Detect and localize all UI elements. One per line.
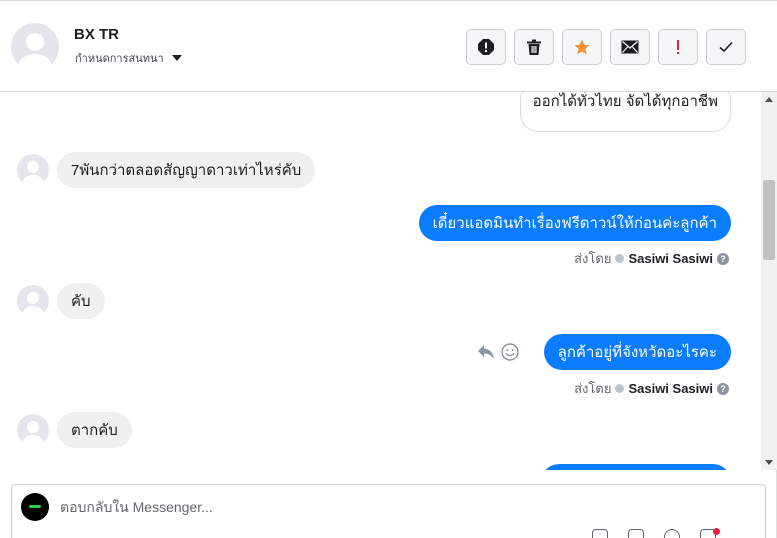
outgoing-bubble-partial[interactable] (541, 464, 731, 470)
assign-conversation-dropdown[interactable]: กำหนดการสนทนา (75, 49, 182, 67)
thread-scrollbar[interactable] (761, 92, 777, 470)
sent-by-prefix: ส่งโดย (574, 251, 612, 266)
incoming-bubble[interactable]: 7พันกว่าตลอดสัญญาดาวเท่าไหร่คับ (57, 152, 316, 188)
message-text: คับ (71, 293, 91, 310)
incoming-message: ตากคับ (17, 412, 132, 448)
follow-up-button[interactable] (658, 29, 698, 65)
message-text: ตากคับ (71, 422, 118, 439)
trash-icon (527, 39, 541, 55)
sent-by-line: ส่งโดย Sasiwi Sasiwi ? (574, 378, 729, 399)
verified-icon (615, 254, 625, 263)
conversation-panel: BX TR กำหนดการสนทนา ออกได้ทั่วไทย จัดได้… (0, 0, 777, 538)
reply-composer (11, 484, 766, 538)
verified-icon (615, 384, 625, 393)
conversation-header: BX TR กำหนดการสนทนา (0, 1, 777, 92)
saved-reply-icon[interactable] (628, 529, 644, 538)
outgoing-message-partial[interactable]: ออกได้ทั่วไทย จัดได้ทุกอาชีพ (519, 92, 731, 132)
emoji-icon[interactable] (664, 529, 680, 538)
star-icon (574, 39, 590, 55)
incoming-bubble[interactable]: คับ (57, 283, 105, 319)
outgoing-bubble[interactable]: เดี๋ยวแอดมินทำเรื่องฟรีดาวน์ให้ก่อนค่ะลู… (418, 205, 731, 241)
exclamation-icon (677, 40, 679, 54)
contact-avatar[interactable] (11, 23, 59, 71)
checkmark-icon (719, 41, 733, 53)
contact-avatar-small (17, 414, 49, 446)
sender-name[interactable]: Sasiwi Sasiwi (628, 381, 713, 396)
mark-spam-button[interactable] (466, 29, 506, 65)
composer-tools (592, 529, 716, 538)
assign-conversation-label: กำหนดการสนทนา (75, 53, 164, 65)
sent-by-prefix: ส่งโดย (574, 381, 612, 396)
message-text: ออกได้ทั่วไทย จัดได้ทุกอาชีพ (532, 93, 718, 110)
help-icon[interactable]: ? (717, 382, 729, 395)
delete-button[interactable] (514, 29, 554, 65)
message-text: เดี๋ยวแอดมินทำเรื่องฟรีดาวน์ให้ก่อนค่ะลู… (432, 215, 717, 232)
sender-name[interactable]: Sasiwi Sasiwi (628, 251, 713, 266)
scrollbar-thumb[interactable] (763, 180, 775, 260)
incoming-message: 7พันกว่าตลอดสัญญาดาวเท่าไหร่คับ (17, 152, 316, 188)
help-icon[interactable]: ? (717, 252, 729, 265)
reply-icon[interactable] (477, 344, 495, 360)
contact-avatar-small (17, 285, 49, 317)
page-avatar (21, 493, 49, 521)
header-actions (466, 29, 746, 65)
notification-dot (713, 528, 720, 535)
mark-unread-button[interactable] (610, 29, 650, 65)
attachment-icon[interactable] (592, 529, 608, 538)
message-thread: ออกได้ทั่วไทย จัดได้ทุกอาชีพ 7พันกว่าตลอ… (0, 92, 761, 470)
incoming-bubble[interactable]: ตากคับ (57, 412, 132, 448)
envelope-icon (621, 40, 639, 54)
contact-avatar-small (17, 154, 49, 186)
star-button[interactable] (562, 29, 602, 65)
message-text: 7พันกว่าตลอดสัญญาดาวเท่าไหร่คับ (71, 162, 302, 179)
message-hover-actions (477, 343, 519, 361)
message-text: ลูกค้าอยู่ที่จังหวัดอะไรคะ (557, 344, 717, 361)
react-icon[interactable] (501, 343, 519, 361)
mark-done-button[interactable] (706, 29, 746, 65)
scroll-up-arrow-icon[interactable] (765, 97, 773, 102)
caret-down-icon (171, 55, 182, 61)
incoming-message: คับ (17, 283, 105, 319)
reply-input[interactable] (60, 499, 660, 515)
spam-icon (478, 39, 494, 55)
sent-by-line: ส่งโดย Sasiwi Sasiwi ? (574, 248, 729, 269)
scroll-down-arrow-icon[interactable] (765, 460, 773, 465)
outgoing-bubble[interactable]: ลูกค้าอยู่ที่จังหวัดอะไรคะ (543, 334, 731, 370)
contact-name[interactable]: BX TR (74, 26, 119, 43)
